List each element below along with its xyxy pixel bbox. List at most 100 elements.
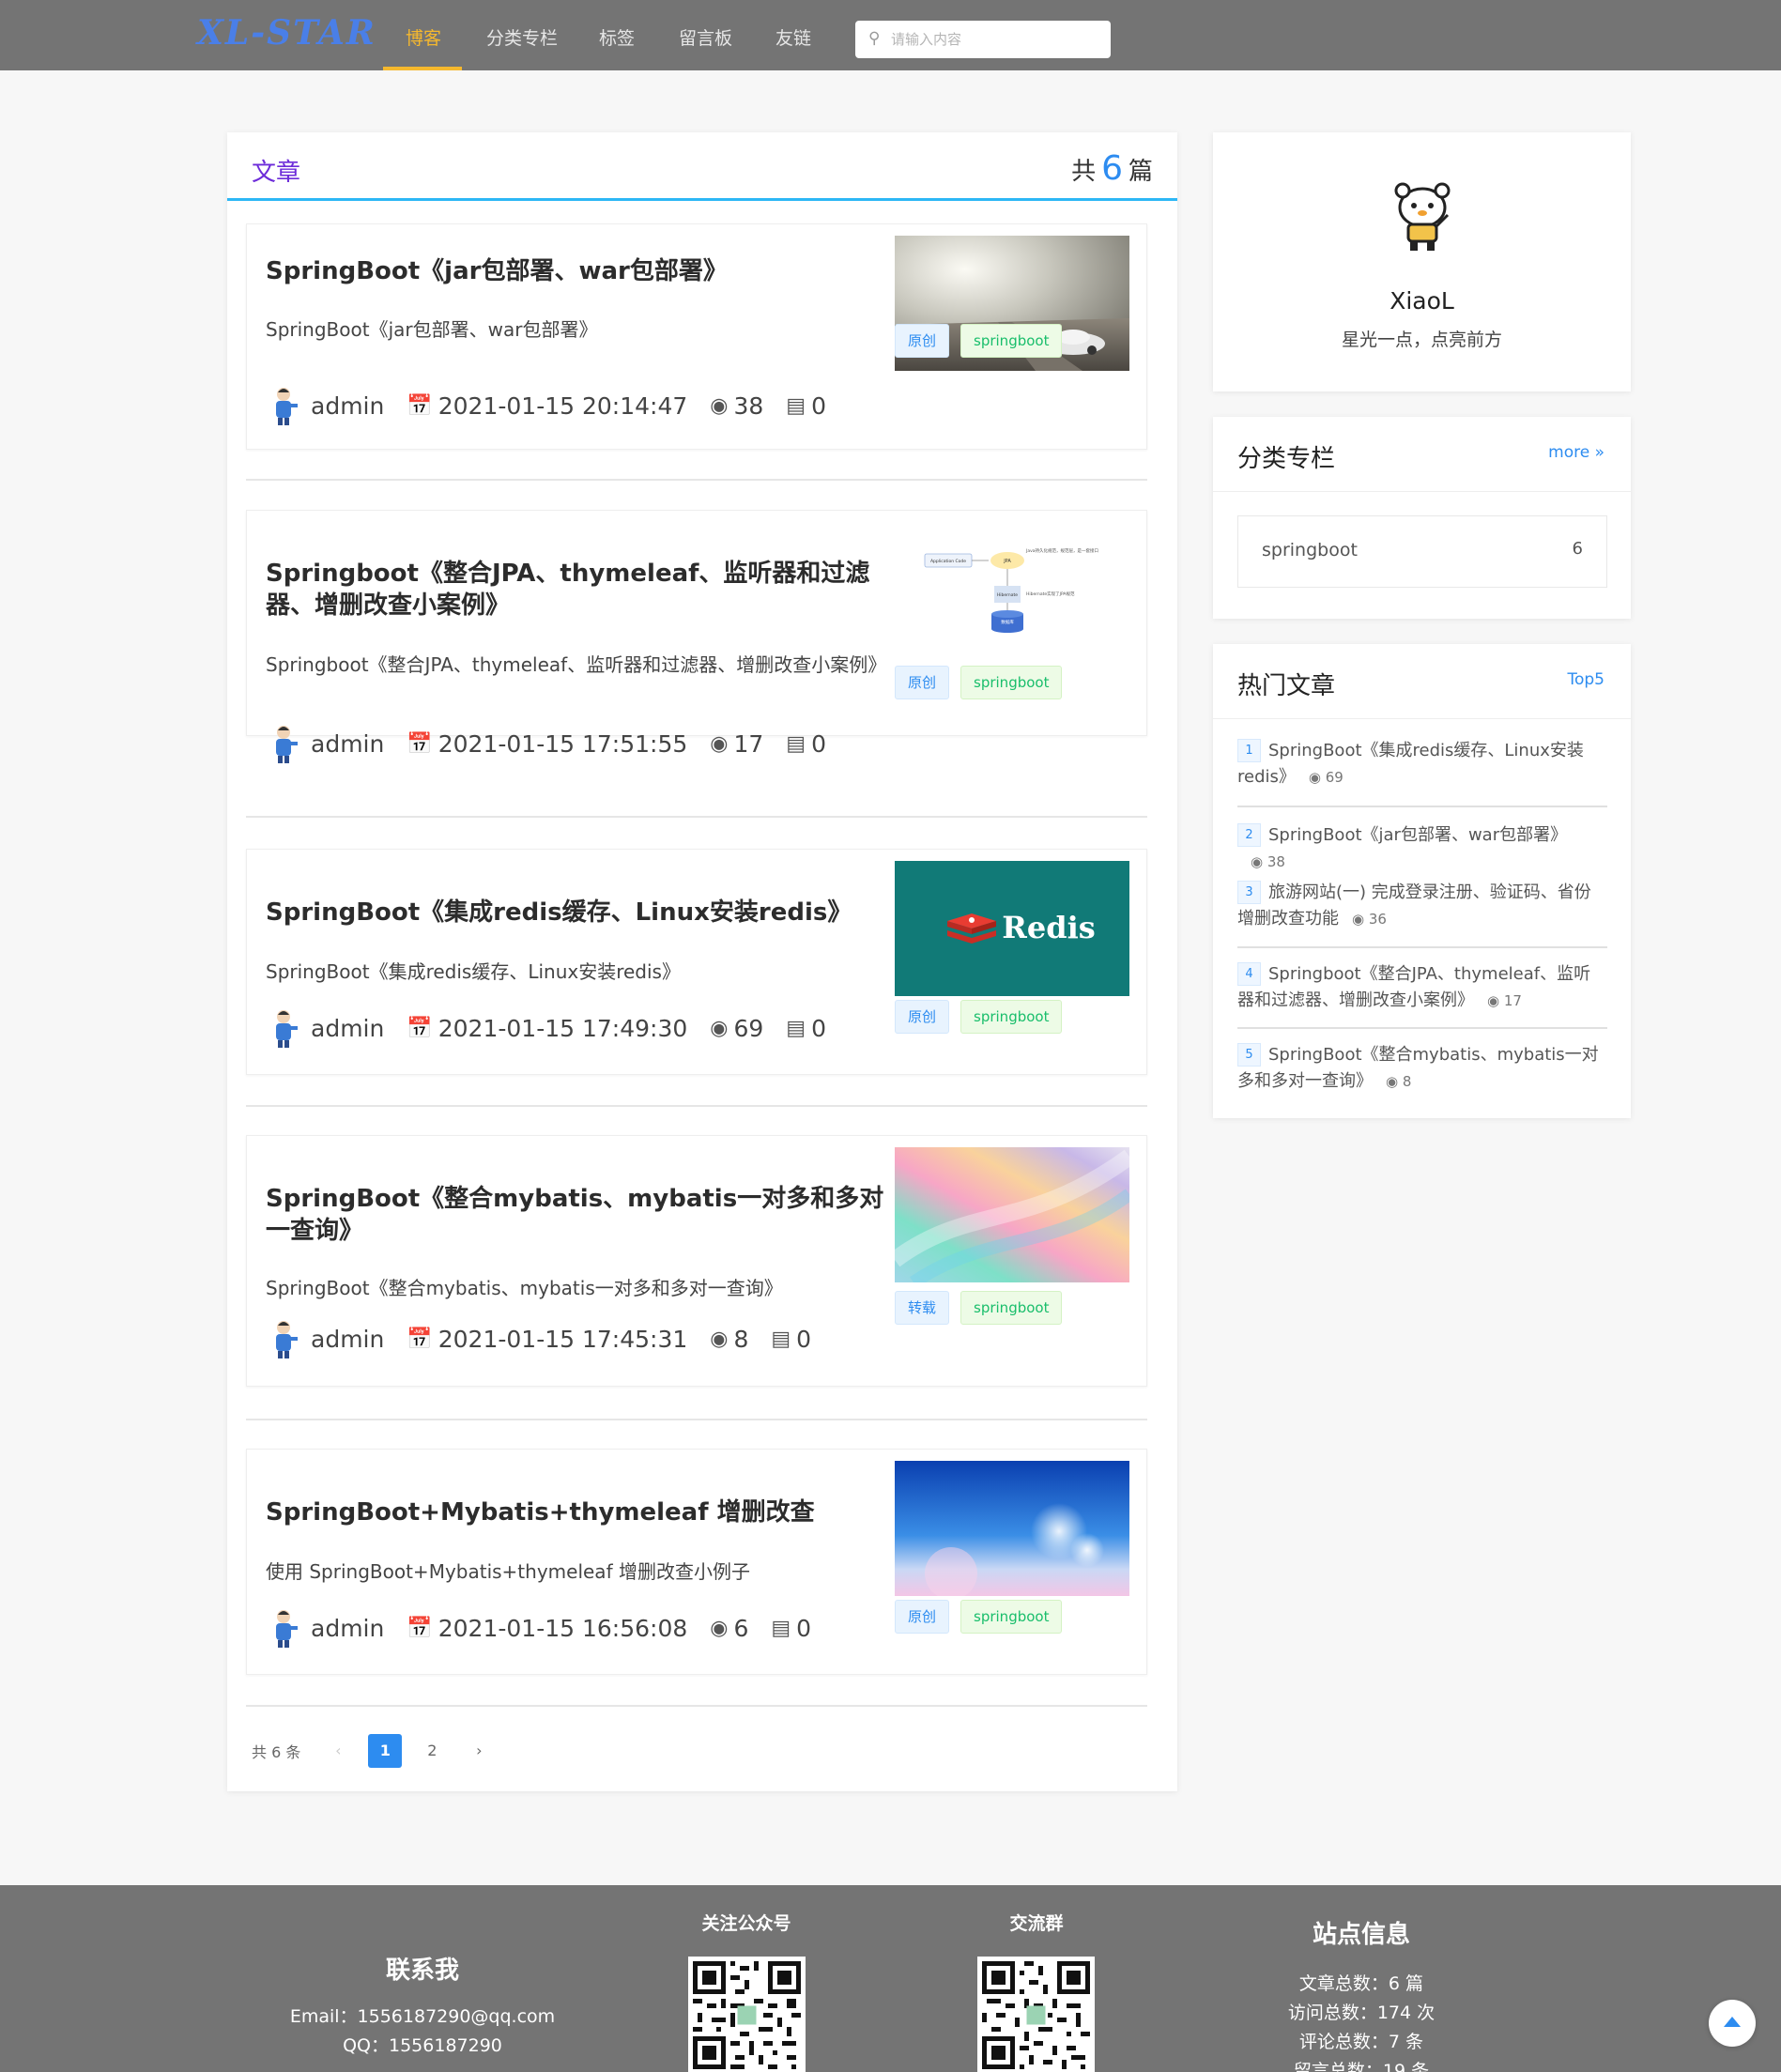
comment-icon: ▤ — [786, 393, 806, 418]
article-title[interactable]: SpringBoot《jar包部署、war包部署》 — [266, 255, 885, 287]
category-count: 6 — [1572, 539, 1583, 559]
article-views-wrap: ◉ 6 — [710, 1615, 748, 1642]
footer-contact-title: 联系我 — [385, 1957, 459, 1985]
categories-header: 分类专栏 more » — [1213, 417, 1631, 492]
article-comments-wrap: ▤ 0 — [786, 730, 826, 758]
article-meta: admin 📅 2021-01-15 17:49:30 ◉ 69 ▤ 0 — [266, 1007, 849, 1049]
hot-article-item[interactable]: 1 SpringBoot《集成redis缓存、Linux安装redis》 ◉ 69 — [1237, 738, 1607, 790]
divider — [246, 816, 1147, 818]
article-date-wrap: 📅 2021-01-15 17:45:31 — [407, 1326, 687, 1353]
article-title[interactable]: Springboot《整合JPA、thymeleaf、监听器和过滤器、增删改查小… — [266, 558, 885, 622]
back-to-top-button[interactable] — [1709, 2000, 1756, 2047]
hot-rank: 4 — [1237, 962, 1261, 986]
article-thumbnail[interactable] — [895, 1147, 1129, 1282]
calendar-icon: 📅 — [407, 731, 433, 756]
nav-friend-links[interactable]: 友链 — [775, 24, 811, 50]
category-name: springboot — [1262, 540, 1358, 560]
article-date-wrap: 📅 2021-01-15 17:49:30 — [407, 1015, 687, 1042]
search-box: ⚲ — [855, 21, 1111, 58]
article-summary: SpringBoot《jar包部署、war包部署》 — [266, 318, 598, 341]
site-logo[interactable]: XL-STAR — [197, 13, 376, 53]
tag-category[interactable]: springboot — [960, 666, 1063, 699]
article-thumbnail[interactable] — [895, 1461, 1129, 1596]
categories-more-link[interactable]: more » — [1548, 443, 1604, 462]
eye-icon: ◉ — [710, 731, 729, 756]
article-author[interactable]: admin — [311, 1615, 384, 1642]
article-views-wrap: ◉ 69 — [710, 1015, 763, 1042]
article-author[interactable]: admin — [311, 730, 384, 758]
nav-categories[interactable]: 分类专栏 — [486, 24, 558, 50]
prev-page-button[interactable]: ‹ — [321, 1734, 355, 1768]
tag-category[interactable]: springboot — [960, 1000, 1063, 1034]
article-tags: 转载 springboot — [895, 1291, 1073, 1325]
divider — [246, 1105, 1147, 1107]
nav-tags[interactable]: 标签 — [599, 24, 635, 50]
article-date: 2021-01-15 17:49:30 — [438, 1014, 688, 1042]
article-card[interactable]: SpringBoot《jar包部署、war包部署》 SpringBoot《jar… — [246, 223, 1147, 450]
hot-articles-card: 热门文章 Top5 1 SpringBoot《集成redis缓存、Linux安装r… — [1213, 644, 1631, 1118]
article-thumbnail[interactable]: Redis — [895, 861, 1129, 996]
article-views-wrap: ◉ 17 — [710, 730, 763, 758]
hot-rank: 3 — [1237, 881, 1261, 904]
hot-article-item[interactable]: 4 Springboot《整合JPA、thymeleaf、监听器和过滤器、增删改查… — [1237, 961, 1607, 1014]
article-comments: 0 — [811, 391, 826, 420]
article-card[interactable]: SpringBoot+Mybatis+thymeleaf 增删改查 使用 Spr… — [246, 1449, 1147, 1675]
hot-views: 69 — [1325, 769, 1343, 786]
stat-visit-total: 访问总数：174 次 — [1287, 2003, 1436, 2023]
article-views-wrap: ◉ 8 — [710, 1326, 748, 1353]
tag-category[interactable]: springboot — [960, 1600, 1063, 1634]
search-icon[interactable]: ⚲ — [868, 29, 880, 48]
category-item[interactable]: springboot 6 — [1237, 515, 1607, 588]
article-tags: 原创 springboot — [895, 324, 1073, 358]
search-input[interactable] — [891, 28, 1102, 51]
hot-views-wrap: ◉ 8 — [1386, 1073, 1411, 1090]
article-list-title: 文章 — [252, 159, 301, 187]
tag-category[interactable]: springboot — [960, 1291, 1063, 1325]
tag-original[interactable]: 原创 — [895, 324, 950, 358]
diagram-note1: Java持久化规范，规范层，是一套接口 — [1025, 547, 1098, 554]
profile-avatar[interactable] — [1389, 179, 1455, 254]
article-thumbnail[interactable]: Application Code JPA Java持久化规范，规范层，是一套接口… — [895, 539, 1129, 674]
page-button-2[interactable]: 2 — [415, 1734, 449, 1768]
redis-logo-text: Redis — [1002, 910, 1096, 945]
hot-title: Springboot《整合JPA、thymeleaf、监听器和过滤器、增删改查小… — [1237, 964, 1591, 1010]
diagram-note2: Hibernate实现了JPA规范 — [1026, 591, 1075, 597]
page-button-1[interactable]: 1 — [368, 1734, 403, 1768]
article-card[interactable]: SpringBoot《整合mybatis、mybatis一对多和多对一查询》 S… — [246, 1135, 1147, 1387]
tag-category[interactable]: springboot — [960, 324, 1063, 358]
tag-original[interactable]: 原创 — [895, 1600, 950, 1634]
article-title[interactable]: SpringBoot《集成redis缓存、Linux安装redis》 — [266, 897, 885, 929]
nav-guestbook[interactable]: 留言板 — [679, 24, 732, 50]
article-author[interactable]: admin — [311, 1015, 384, 1042]
nav-blog[interactable]: 博客 — [406, 24, 441, 50]
article-author[interactable]: admin — [311, 1326, 384, 1353]
article-summary: SpringBoot《整合mybatis、mybatis一对多和多对一查询》 — [266, 1277, 783, 1299]
tag-repost[interactable]: 转载 — [895, 1291, 950, 1325]
next-page-button[interactable]: › — [462, 1734, 496, 1768]
article-card[interactable]: SpringBoot《集成redis缓存、Linux安装redis》 Sprin… — [246, 849, 1147, 1075]
hot-articles-badge: Top5 — [1567, 670, 1604, 689]
article-summary: Springboot《整合JPA、thymeleaf、监听器和过滤器、增删改查小… — [266, 653, 887, 676]
article-author[interactable]: admin — [311, 392, 384, 420]
comment-icon: ▤ — [771, 1616, 791, 1640]
tag-original[interactable]: 原创 — [895, 1000, 950, 1034]
article-title[interactable]: SpringBoot《整合mybatis、mybatis一对多和多对一查询》 — [266, 1183, 885, 1247]
article-card[interactable]: Springboot《整合JPA、thymeleaf、监听器和过滤器、增删改查小… — [246, 510, 1147, 763]
count-prefix: 共 — [1071, 158, 1097, 186]
article-title[interactable]: SpringBoot+Mybatis+thymeleaf 增删改查 — [266, 1496, 885, 1528]
profile-name: XiaoL — [1389, 287, 1454, 315]
article-date: 2021-01-15 17:51:55 — [438, 729, 688, 758]
diagram-hibernate-label: Hibernate — [997, 592, 1018, 598]
hot-views-wrap: ◉ 17 — [1487, 992, 1522, 1009]
hot-article-item[interactable]: 2 SpringBoot《jar包部署、war包部署》◉ 38 — [1237, 822, 1607, 875]
comment-icon: ▤ — [786, 1016, 806, 1040]
article-date: 2021-01-15 20:14:47 — [438, 391, 688, 420]
hot-article-item[interactable]: 5 SpringBoot《整合mybatis、mybatis一对多和多对一查询》 ◉… — [1237, 1042, 1607, 1095]
eye-icon: ◉ — [710, 1327, 729, 1351]
hot-title: 旅游网站(一) 完成登录注册、验证码、省份增删改查功能 — [1237, 883, 1591, 929]
article-comments-wrap: ▤ 0 — [771, 1615, 811, 1642]
count-number: 6 — [1101, 149, 1123, 188]
hot-article-item[interactable]: 3 旅游网站(一) 完成登录注册、验证码、省份增删改查功能 ◉ 36 — [1237, 880, 1607, 932]
tag-original[interactable]: 原创 — [895, 666, 950, 699]
article-summary: 使用 SpringBoot+Mybatis+thymeleaf 增删改查小例子 — [266, 1560, 750, 1583]
